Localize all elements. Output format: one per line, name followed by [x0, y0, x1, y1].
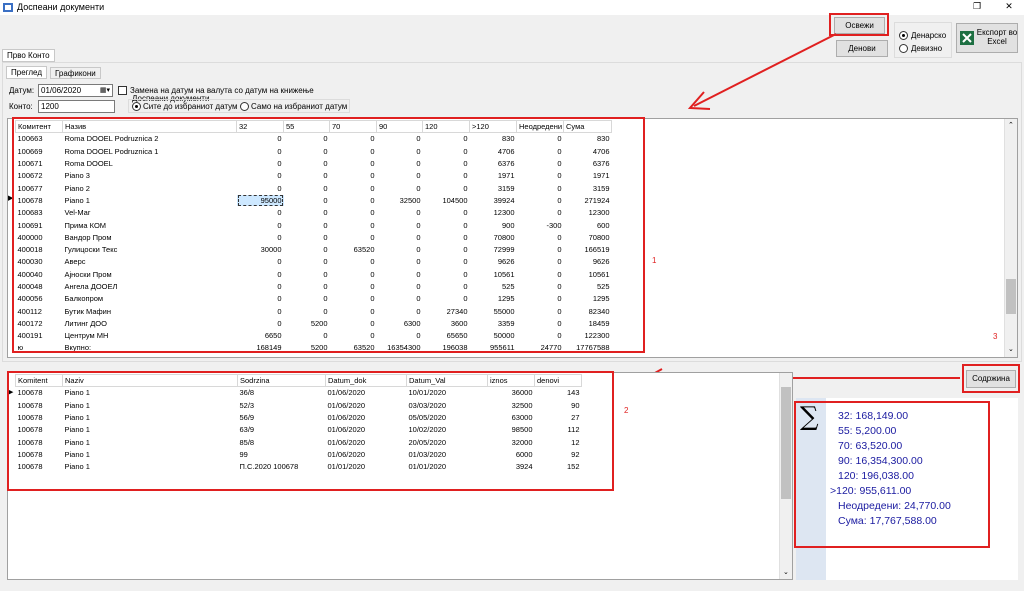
annotation-3: 3: [993, 332, 998, 341]
highlight-box-2: [7, 371, 614, 491]
account-field[interactable]: 1200: [38, 100, 115, 113]
calendar-icon[interactable]: ▦▾: [100, 86, 110, 94]
scroll-up-icon[interactable]: ⌃: [1008, 121, 1014, 129]
export-label-2: Excel: [987, 37, 1007, 46]
export-label-1: Експорт во: [976, 28, 1018, 37]
date-value: 01/06/2020: [41, 86, 82, 95]
scroll-down-icon[interactable]: ⌄: [1008, 345, 1014, 353]
radio-foreign[interactable]: [899, 44, 908, 53]
highlight-box-1: [12, 117, 645, 353]
date-picker[interactable]: 01/06/2020 ▦▾: [38, 84, 113, 97]
replace-date-checkbox[interactable]: [118, 86, 127, 95]
tab-grafikoni[interactable]: Графикони: [50, 67, 101, 79]
summary-highlight-box: [794, 401, 990, 548]
scroll-thumb[interactable]: [1006, 279, 1016, 314]
app-icon: [3, 3, 13, 12]
detail-grid-scrollbar[interactable]: ⌄: [779, 373, 792, 579]
radio-only-date[interactable]: [240, 102, 249, 111]
detail-scroll-thumb[interactable]: [781, 387, 791, 499]
radio-denar[interactable]: [899, 31, 908, 40]
annotation-2: 2: [624, 406, 629, 415]
radio-all-dates[interactable]: [132, 102, 141, 111]
excel-icon: [960, 31, 974, 45]
radio-foreign-label: Девизно: [911, 44, 943, 53]
export-excel-button[interactable]: Експорт во Excel: [956, 23, 1018, 53]
annotation-1: 1: [652, 256, 657, 265]
radio-denar-label: Денарско: [911, 31, 947, 40]
content-highlight-box: [962, 364, 1020, 393]
detail-scroll-down-icon[interactable]: ⌄: [783, 568, 789, 576]
refresh-highlight-box: [829, 13, 889, 36]
tab-pregled[interactable]: Преглед: [6, 66, 47, 79]
main-grid-scrollbar[interactable]: ⌃ ⌄: [1004, 119, 1017, 357]
radio-only-date-label: Само на избраниот датум: [251, 102, 348, 111]
restore-icon[interactable]: ❐: [962, 0, 992, 15]
days-button[interactable]: Денови: [836, 40, 888, 57]
window-title: Доспеани документи: [17, 2, 105, 12]
account-label: Конто:: [9, 102, 33, 111]
close-icon[interactable]: ✕: [994, 0, 1024, 15]
date-label: Датум:: [9, 86, 35, 95]
tab-prvo-konto[interactable]: Прво Конто: [2, 49, 55, 62]
radio-all-dates-label: Сите до избраниот датум: [143, 102, 238, 111]
